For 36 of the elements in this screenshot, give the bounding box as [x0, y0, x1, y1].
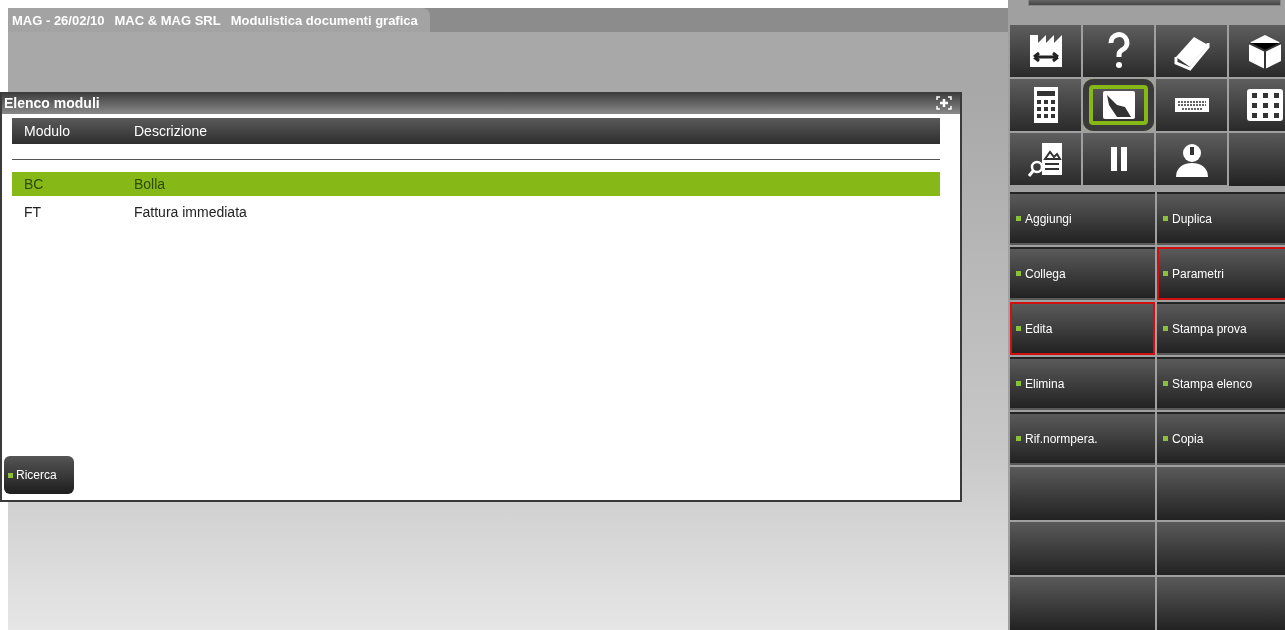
action-button[interactable]: Rif.normpera.	[1010, 412, 1155, 465]
table-cell-text: BC	[24, 176, 45, 192]
title-text: MAG - 26/02/10	[12, 12, 105, 28]
tool-button[interactable]	[1083, 25, 1154, 77]
tool-button[interactable]	[1010, 25, 1081, 77]
tool-button[interactable]	[1083, 79, 1154, 131]
action-button[interactable]: Copia	[1157, 412, 1285, 465]
panel-title: Elenco moduli	[4, 95, 100, 111]
column-header: Descrizione	[134, 123, 209, 139]
table-cell-text: FT	[24, 204, 43, 220]
tool-button[interactable]	[1156, 79, 1227, 131]
action-button[interactable]: Edita	[1010, 302, 1155, 355]
action-button[interactable]: Elimina	[1010, 357, 1155, 410]
title-text: MAC & MAG SRL	[114, 12, 221, 28]
table-row[interactable]: FT Fattura immediata	[12, 200, 940, 224]
action-button[interactable]: Aggiungi	[1010, 192, 1155, 245]
table-cell-text: Fattura immediata	[134, 204, 248, 220]
action-button[interactable]: Parametri	[1157, 247, 1285, 300]
tool-button[interactable]	[1229, 79, 1285, 131]
tool-button[interactable]	[1083, 133, 1154, 185]
column-header: Modulo	[24, 123, 71, 139]
empty-tile	[1229, 133, 1285, 186]
search-button[interactable]: Ricerca	[4, 456, 74, 494]
expand-icon[interactable]	[936, 96, 952, 110]
tool-button[interactable]	[1229, 25, 1285, 77]
action-button[interactable]: Collega	[1010, 247, 1155, 300]
title-text: Modulistica documenti grafica	[230, 12, 418, 28]
table-row[interactable]: BC Bolla	[12, 172, 940, 196]
action-button[interactable]: Stampa prova	[1157, 302, 1285, 355]
table-cell-text: Bolla	[134, 176, 167, 192]
tool-button[interactable]	[1010, 79, 1081, 131]
tool-button[interactable]	[1156, 133, 1227, 185]
action-button[interactable]: Stampa elenco	[1157, 357, 1285, 410]
action-button[interactable]: Duplica	[1157, 192, 1285, 245]
tool-button[interactable]	[1010, 133, 1081, 185]
tool-button[interactable]	[1156, 25, 1227, 77]
